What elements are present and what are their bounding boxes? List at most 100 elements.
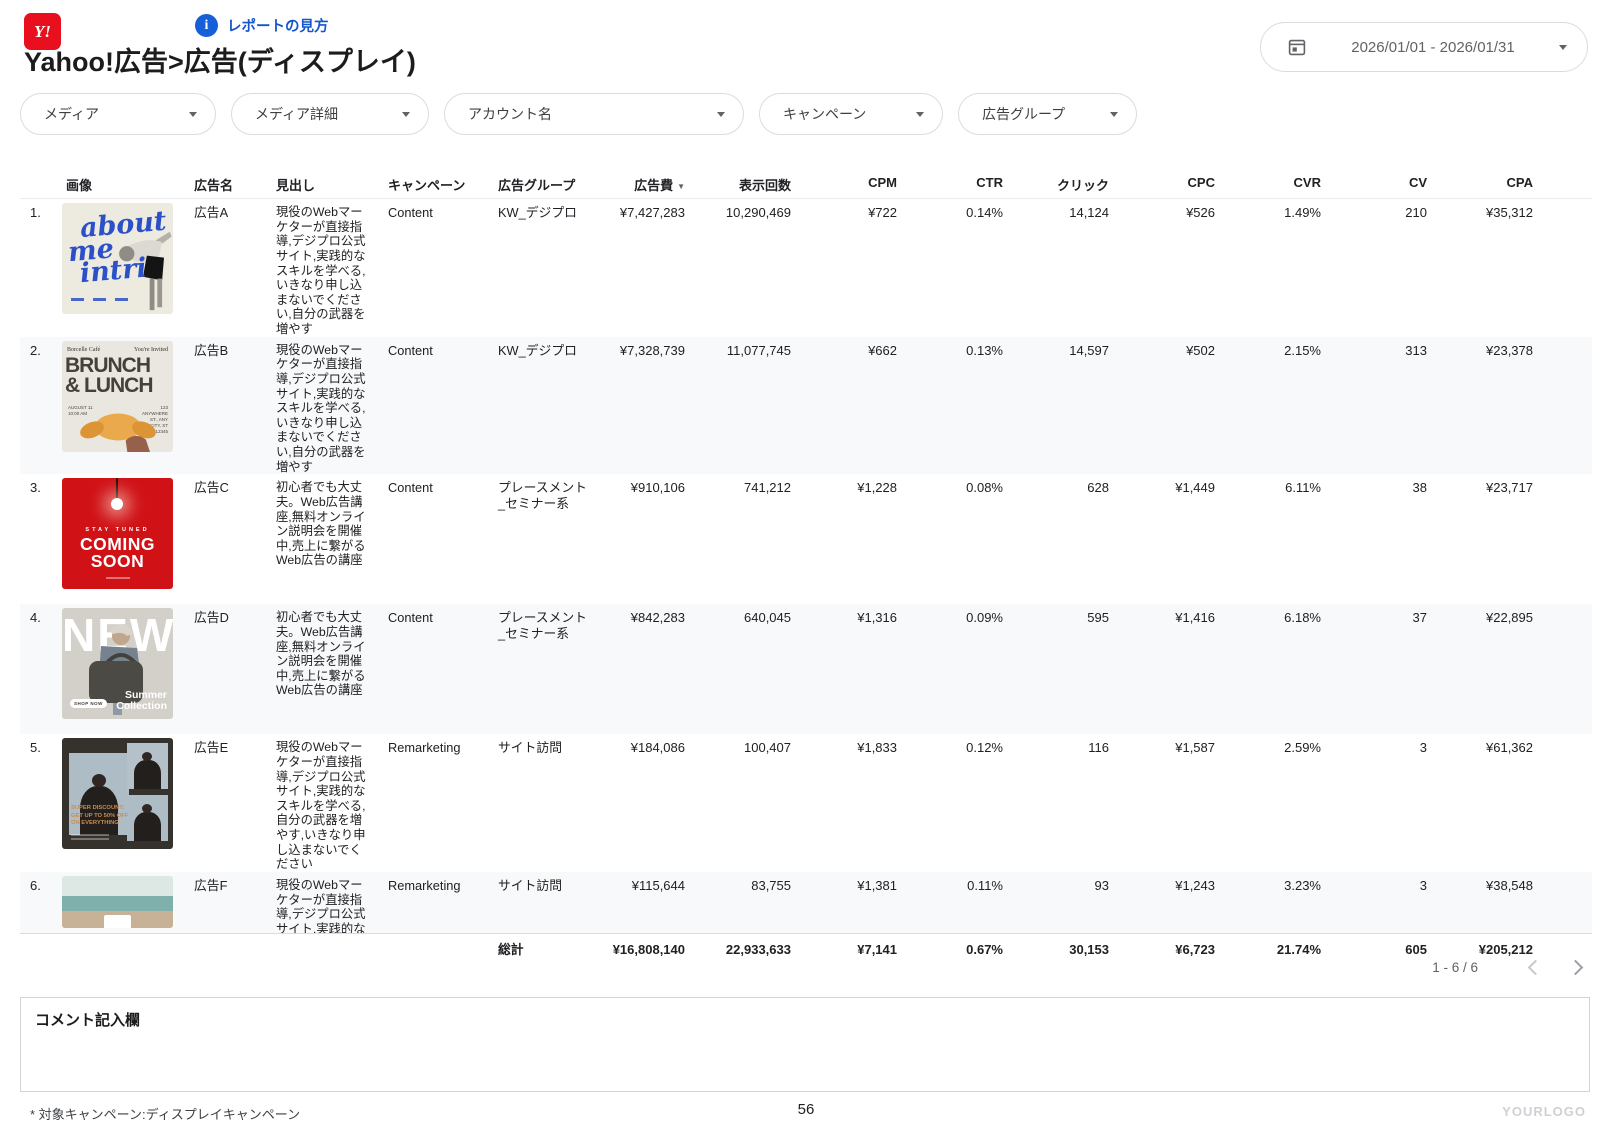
metric-value: 116 bbox=[1003, 734, 1109, 872]
ad-handle-text bbox=[106, 577, 130, 579]
filter-label: メディア bbox=[44, 104, 99, 124]
ad-group: KW_デジプロ bbox=[490, 337, 598, 475]
ad-name: 広告A bbox=[186, 199, 268, 337]
model-photo bbox=[127, 743, 168, 789]
total-metric-value: 605 bbox=[1321, 934, 1427, 964]
filter-0[interactable]: メディア bbox=[20, 93, 216, 135]
column-header-9[interactable]: クリック bbox=[1003, 168, 1109, 198]
report-page: Y! i レポートの見方 Yahoo!広告>広告(ディスプレイ) 2026/01… bbox=[0, 0, 1612, 1139]
filter-1[interactable]: メディア詳細 bbox=[231, 93, 429, 135]
ad-name: 広告D bbox=[186, 604, 268, 734]
chevron-down-icon bbox=[916, 112, 924, 117]
metric-value: 83,755 bbox=[685, 872, 791, 933]
ad-image-cell: SUPER DISCOUNT:GET UP TO 50% OFFON EVERY… bbox=[58, 734, 186, 872]
column-header-1[interactable]: 広告名 bbox=[186, 168, 268, 198]
report-help[interactable]: i レポートの見方 bbox=[195, 14, 329, 37]
ad-group: KW_デジプロ bbox=[490, 199, 598, 337]
column-header-13[interactable]: CPA bbox=[1427, 168, 1533, 198]
previous-page-button[interactable] bbox=[1522, 954, 1548, 980]
ad-image-cell bbox=[58, 872, 186, 933]
metric-value: 0.14% bbox=[897, 199, 1003, 337]
filter-4[interactable]: 広告グループ bbox=[958, 93, 1137, 135]
metric-value: ¥7,427,283 bbox=[598, 199, 685, 337]
metric-value: 640,045 bbox=[685, 604, 791, 734]
metric-value: ¥1,316 bbox=[791, 604, 897, 734]
comment-box-label: コメント記入欄 bbox=[21, 998, 1589, 1041]
column-header-4[interactable]: 広告グループ bbox=[490, 168, 598, 198]
light-bulb bbox=[111, 498, 123, 510]
campaign: Remarketing bbox=[380, 734, 490, 872]
metric-value: ¥38,548 bbox=[1427, 872, 1533, 933]
filter-3[interactable]: キャンペーン bbox=[759, 93, 943, 135]
metric-value: 0.12% bbox=[897, 734, 1003, 872]
filter-label: メディア詳細 bbox=[255, 104, 338, 124]
metric-value: 100,407 bbox=[685, 734, 791, 872]
metric-value: ¥7,328,739 bbox=[598, 337, 685, 475]
report-guide-link[interactable]: レポートの見方 bbox=[227, 15, 329, 36]
metric-value: 10,290,469 bbox=[685, 199, 791, 337]
ad-invite: You're Invited bbox=[134, 347, 168, 354]
metric-value: ¥722 bbox=[791, 199, 897, 337]
shop-now-badge: SHOP NOW bbox=[70, 699, 107, 708]
next-page-button[interactable] bbox=[1562, 954, 1588, 980]
column-header-5[interactable]: 広告費▼ bbox=[598, 168, 685, 198]
metric-value: ¥115,644 bbox=[598, 872, 685, 933]
filter-2[interactable]: アカウント名 bbox=[444, 93, 744, 135]
metric-value: 14,124 bbox=[1003, 199, 1109, 337]
ad-footer-marks bbox=[71, 289, 137, 305]
ad-image-beach bbox=[62, 876, 173, 928]
chevron-down-icon bbox=[189, 112, 197, 117]
date-range-picker[interactable]: 2026/01/01 - 2026/01/31 bbox=[1260, 22, 1588, 72]
ad-group: サイト訪問 bbox=[490, 734, 598, 872]
calendar-icon bbox=[1287, 37, 1307, 57]
lamp-cord bbox=[116, 478, 118, 498]
chevron-right-icon bbox=[1567, 959, 1583, 975]
ad-name: 広告B bbox=[186, 337, 268, 475]
column-header-6[interactable]: 表示回数 bbox=[685, 168, 791, 198]
column-header-0[interactable]: 画像 bbox=[58, 168, 186, 198]
ad-name: 広告E bbox=[186, 734, 268, 872]
total-metric-value: ¥6,723 bbox=[1109, 934, 1215, 964]
page-number: 56 bbox=[0, 1101, 1612, 1118]
column-header-8[interactable]: CTR bbox=[897, 168, 1003, 198]
row-number: 2. bbox=[20, 337, 58, 475]
comment-box[interactable]: コメント記入欄 bbox=[20, 997, 1590, 1092]
pagination-range: 1 - 6 / 6 bbox=[1432, 960, 1478, 975]
ad-subtext bbox=[71, 832, 109, 840]
row-number: 6. bbox=[20, 872, 58, 933]
chevron-left-icon bbox=[1527, 959, 1543, 975]
pagination: 1 - 6 / 6 bbox=[1432, 952, 1588, 982]
column-header-11[interactable]: CVR bbox=[1215, 168, 1321, 198]
metric-value: 14,597 bbox=[1003, 337, 1109, 475]
ad-image-cell: NEW SHOP NOW SummerCollection bbox=[58, 604, 186, 734]
metric-value: 3 bbox=[1321, 734, 1427, 872]
metric-value: 3.23% bbox=[1215, 872, 1321, 933]
metric-value: ¥1,381 bbox=[791, 872, 897, 933]
column-header-3[interactable]: キャンペーン bbox=[380, 168, 490, 198]
metric-value: ¥23,378 bbox=[1427, 337, 1533, 475]
metric-value: ¥184,086 bbox=[598, 734, 685, 872]
column-header-12[interactable]: CV bbox=[1321, 168, 1427, 198]
column-header-10[interactable]: CPC bbox=[1109, 168, 1215, 198]
column-header-7[interactable]: CPM bbox=[791, 168, 897, 198]
ad-image-discount: SUPER DISCOUNT:GET UP TO 50% OFFON EVERY… bbox=[62, 738, 173, 849]
table-body: 1. aboutmeintri 広告A現役のWebマーケターが直接指導,デジプロ… bbox=[20, 199, 1592, 933]
ad-brand: Borcelle Café bbox=[67, 347, 100, 354]
beach-card bbox=[104, 915, 131, 928]
total-metric-value: 22,933,633 bbox=[685, 934, 791, 964]
metric-value: ¥662 bbox=[791, 337, 897, 475]
row-number: 4. bbox=[20, 604, 58, 734]
row-number: 5. bbox=[20, 734, 58, 872]
metric-value: ¥1,416 bbox=[1109, 604, 1215, 734]
metric-value: 595 bbox=[1003, 604, 1109, 734]
yahoo-logo-text: Y! bbox=[34, 22, 51, 42]
metric-value: 2.15% bbox=[1215, 337, 1321, 475]
column-header-2[interactable]: 見出し bbox=[268, 168, 380, 198]
campaign: Content bbox=[380, 474, 490, 604]
ad-eyebrow: STAY TUNED bbox=[62, 527, 173, 534]
table-row: 6. 広告F現役のWebマーケターが直接指導,デジプロ公式サイト,実践的なスキル… bbox=[20, 872, 1592, 933]
table-total-row: 総計¥16,808,14022,933,633¥7,1410.67%30,153… bbox=[20, 933, 1592, 964]
table-row: 2. Borcelle CaféYou're Invited BRUNCH& L… bbox=[20, 337, 1592, 475]
metric-value: ¥1,833 bbox=[791, 734, 897, 872]
page-title: Yahoo!広告>広告(ディスプレイ) bbox=[24, 40, 416, 79]
